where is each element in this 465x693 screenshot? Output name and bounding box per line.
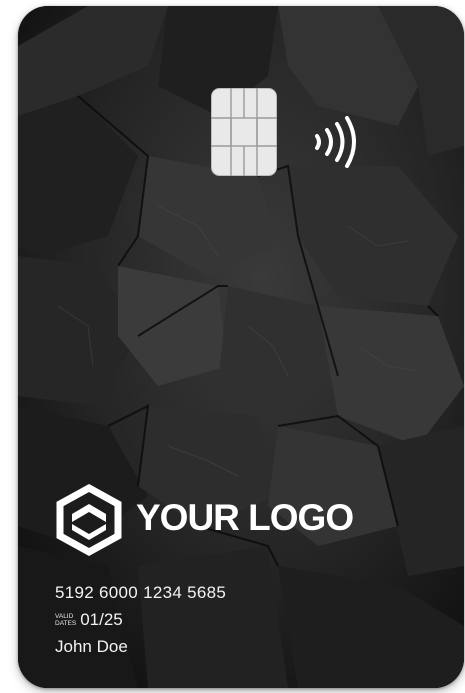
- validity: VALID DATES 01/25: [55, 609, 123, 631]
- chip-icon: [211, 88, 277, 176]
- valid-label-line1: VALID: [55, 613, 74, 620]
- cardholder-name: John Doe: [55, 637, 128, 656]
- card-number: 5192 6000 1234 5685: [55, 583, 227, 602]
- contactless-icon: [315, 116, 356, 168]
- credit-card: YOUR LOGO 5192 6000 1234 5685 VALID DATE…: [18, 6, 464, 688]
- stage: YOUR LOGO 5192 6000 1234 5685 VALID DATE…: [0, 0, 465, 693]
- brand-logo-text: YOUR LOGO: [136, 497, 354, 538]
- valid-dates-label: VALID DATES: [55, 613, 76, 627]
- valid-label-line2: DATES: [55, 620, 77, 627]
- hexagon-logo-icon: [56, 484, 122, 556]
- expiry-date: 01/25: [80, 610, 123, 629]
